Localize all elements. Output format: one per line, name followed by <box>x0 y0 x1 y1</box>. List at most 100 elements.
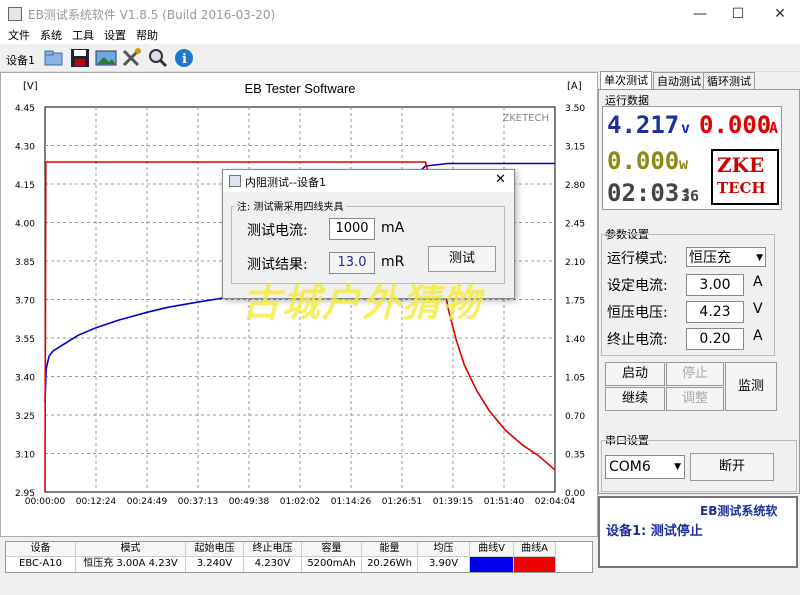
table-header: 均压 <box>418 542 470 557</box>
y-left-tick: 3.25 <box>15 412 35 422</box>
x-tick: 01:02:02 <box>280 497 320 507</box>
cv-input[interactable]: 4.23 <box>686 301 744 323</box>
dialog-title: 内阻测试--设备1 <box>245 176 326 189</box>
chevron-down-icon: ▼ <box>756 253 763 263</box>
close-button[interactable]: ✕ <box>770 4 790 24</box>
curve-v-swatch <box>470 557 514 572</box>
tab-auto-test[interactable]: 自动测试 <box>653 72 705 90</box>
test-current-input[interactable]: 1000 <box>329 218 375 240</box>
dialog-note: 注: 测试需采用四线夹具 <box>235 198 346 213</box>
end-current-unit: A <box>753 328 763 344</box>
stop-button[interactable]: 停止 <box>666 362 724 386</box>
start-button[interactable]: 启动 <box>605 362 665 386</box>
status-text: 设备1: 测试停止 <box>606 524 703 539</box>
dialog-test-button[interactable]: 测试 <box>428 246 496 272</box>
x-tick: 02:04:04 <box>535 497 576 507</box>
y-left-tick: 4.45 <box>15 104 35 114</box>
voltage-unit: v <box>681 119 691 137</box>
y-right-tick: 0.70 <box>565 412 585 422</box>
y-left-tick: 3.70 <box>15 297 35 307</box>
menu-settings[interactable]: 设置 <box>104 28 126 44</box>
table-header: 起始电压 <box>186 542 244 557</box>
device-selector-label[interactable]: 设备1 <box>6 52 35 68</box>
minimize-button[interactable]: — <box>690 4 710 24</box>
test-tabs: 单次测试 自动测试 循环测试 <box>600 71 800 90</box>
x-tick: 01:39:15 <box>433 497 473 507</box>
run-data-display: 4.217 v 0.000 A 0.000 w 02:03: 36 ZKE TE… <box>602 106 782 210</box>
curve-a-swatch <box>514 557 556 572</box>
menu-help[interactable]: 帮助 <box>136 28 158 44</box>
y-right-tick: 1.75 <box>565 297 585 307</box>
y-right-tick: 2.80 <box>565 181 585 191</box>
tab-single-test[interactable]: 单次测试 <box>600 71 652 90</box>
y-left-tick: 3.10 <box>15 451 35 461</box>
menu-file[interactable]: 文件 <box>8 28 30 44</box>
dialog-icon <box>229 175 241 187</box>
maximize-button[interactable]: ☐ <box>728 4 748 24</box>
tab-cycle-test[interactable]: 循环测试 <box>703 72 755 90</box>
x-tick: 00:49:38 <box>229 497 270 507</box>
status-panel: EB测试系统软 设备1: 测试停止 <box>598 496 798 568</box>
table-cell: EBC-A10 <box>6 557 76 572</box>
y-right-unit: [A] <box>567 81 582 92</box>
y-right-tick: 3.50 <box>565 104 585 114</box>
window-title: EB测试系统软件 V1.8.5 (Build 2016-03-20) <box>28 8 276 22</box>
overlay-watermark: 古城户外猜物 <box>242 280 483 325</box>
x-tick: 00:12:24 <box>76 497 117 507</box>
time-seconds: 36 <box>681 187 700 205</box>
table-header: 容量 <box>302 542 362 557</box>
open-folder-icon[interactable] <box>42 47 66 69</box>
y-right-tick: 1.05 <box>565 374 585 384</box>
chevron-down-icon: ▼ <box>674 462 681 472</box>
system-name: EB测试系统软 <box>700 504 778 518</box>
test-result-unit: mR <box>381 254 405 270</box>
svg-text:i: i <box>182 52 187 67</box>
monitor-button[interactable]: 监测 <box>725 362 777 411</box>
resume-button[interactable]: 继续 <box>605 387 665 411</box>
table-cell: 恒压充 3.00A 4.23V <box>76 557 186 572</box>
table-cell: 3.240V <box>186 557 244 572</box>
menu-system[interactable]: 系统 <box>40 28 62 44</box>
mode-select[interactable]: 恒压充 ▼ <box>686 247 766 267</box>
current-readout: 0.000 <box>699 111 772 139</box>
magnifier-icon[interactable] <box>146 47 170 69</box>
table-cell: 4.230V <box>244 557 302 572</box>
test-current-unit: mA <box>381 220 405 236</box>
table-header: 模式 <box>76 542 186 557</box>
table-header: 能量 <box>362 542 418 557</box>
table-header: 曲线V <box>470 542 514 557</box>
x-tick: 01:14:26 <box>331 497 372 507</box>
app-icon <box>8 7 22 21</box>
y-right-tick: 1.40 <box>565 335 585 345</box>
disconnect-button[interactable]: 断开 <box>690 453 774 481</box>
tools-icon[interactable] <box>120 47 144 69</box>
end-current-label: 终止电流: <box>607 332 668 348</box>
set-current-input[interactable]: 3.00 <box>686 274 744 296</box>
set-current-label: 设定电流: <box>607 278 668 294</box>
table-cell: 5200mAh <box>302 557 362 572</box>
end-current-input[interactable]: 0.20 <box>686 328 744 350</box>
test-result-label: 测试结果: <box>247 257 308 273</box>
save-icon[interactable] <box>68 47 92 69</box>
set-current-unit: A <box>753 274 763 290</box>
dialog-close-icon[interactable]: ✕ <box>495 172 506 187</box>
mode-label: 运行模式: <box>607 251 668 267</box>
menu-tools[interactable]: 工具 <box>72 28 94 44</box>
y-right-tick: 3.15 <box>565 143 585 153</box>
info-icon[interactable]: i <box>172 47 196 69</box>
table-header: 终止电压 <box>244 542 302 557</box>
adjust-button[interactable]: 调整 <box>666 387 724 411</box>
y-left-tick: 3.40 <box>15 374 35 384</box>
x-tick: 00:37:13 <box>178 497 218 507</box>
com-port-select[interactable]: COM6 ▼ <box>605 455 685 479</box>
image-icon[interactable] <box>94 47 118 69</box>
y-left-tick: 3.85 <box>15 258 35 268</box>
dialog-title-bar: 内阻测试--设备1 ✕ <box>223 170 514 192</box>
cv-unit: V <box>753 301 763 317</box>
y-right-tick: 2.45 <box>565 220 585 230</box>
menu-bar: 文件 系统 工具 设置 帮助 <box>0 28 800 44</box>
mode-value: 恒压充 <box>689 250 731 266</box>
current-unit: A <box>769 119 779 137</box>
cv-label: 恒压电压: <box>607 305 668 321</box>
table-cell: 20.26Wh <box>362 557 418 572</box>
